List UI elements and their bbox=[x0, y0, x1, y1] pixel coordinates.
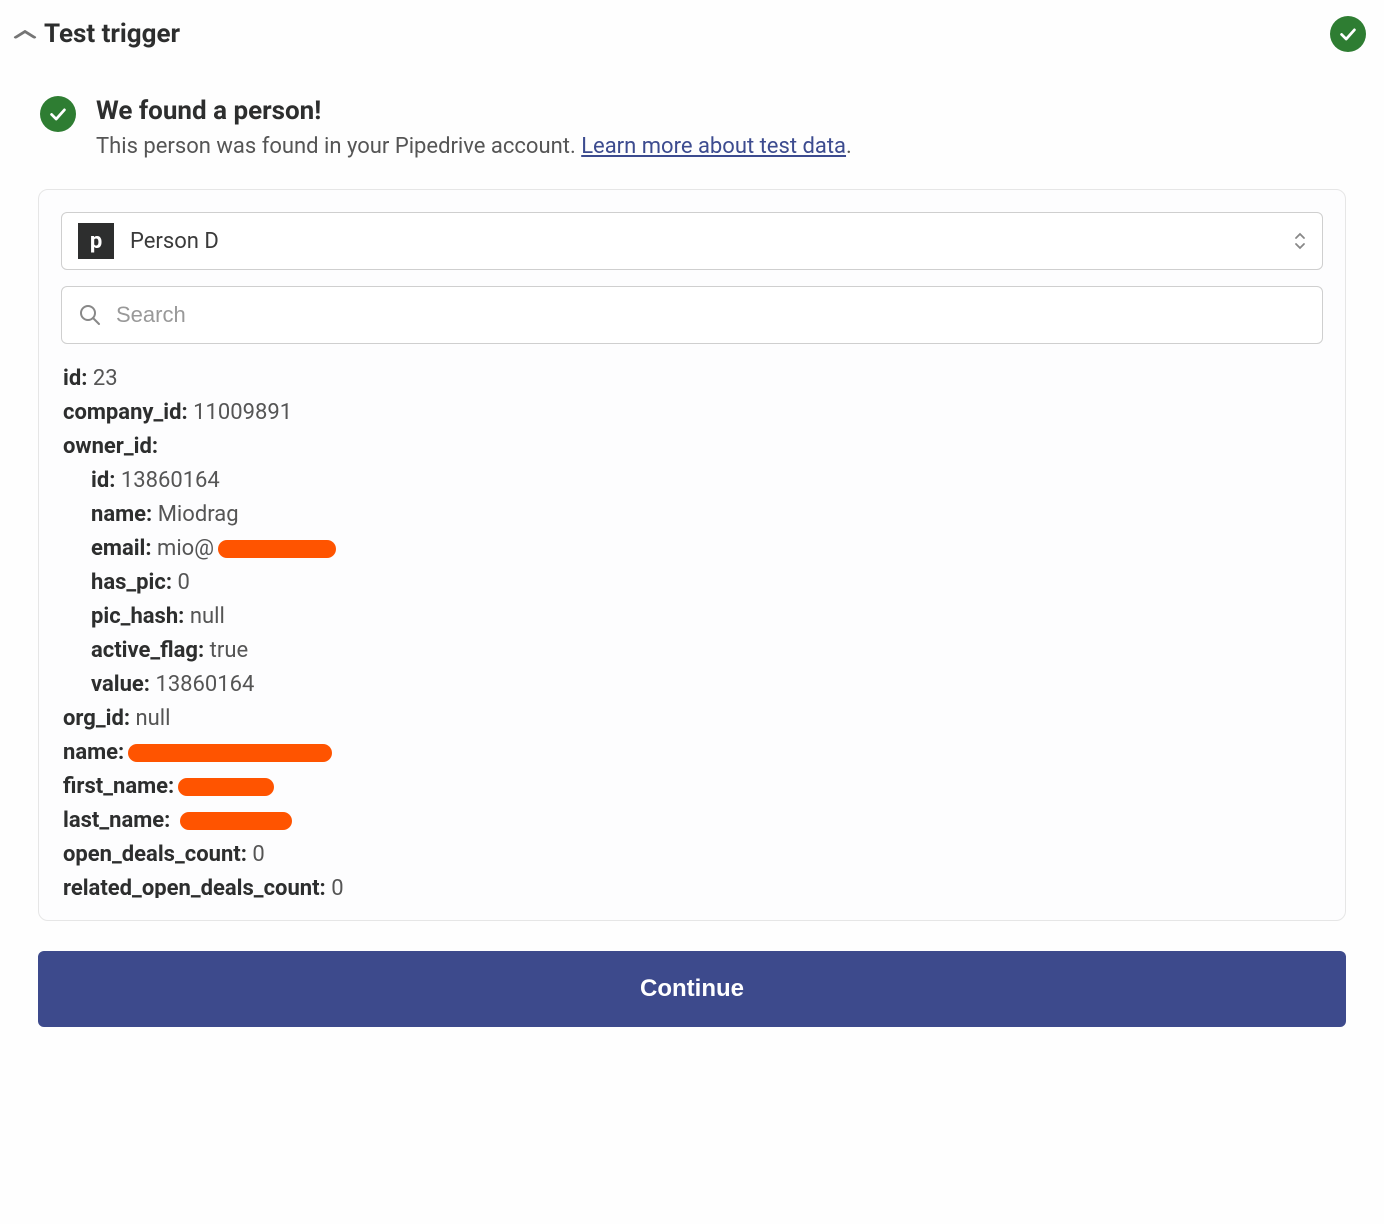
redacted-firstname-icon bbox=[178, 778, 274, 796]
field-owner-active-flag: active_flag: true bbox=[63, 634, 1321, 668]
field-company-id: company_id: 11009891 bbox=[63, 396, 1321, 430]
field-related-open-deals: related_open_deals_count: 0 bbox=[63, 872, 1321, 898]
section-title: Test trigger bbox=[44, 19, 1318, 49]
record-data-panel[interactable]: id: 23 company_id: 11009891 owner_id: id… bbox=[61, 358, 1323, 898]
field-owner-name: name: Miodrag bbox=[63, 498, 1321, 532]
redacted-lastname-icon bbox=[180, 812, 292, 830]
field-owner-has-pic: has_pic: 0 bbox=[63, 566, 1321, 600]
search-box[interactable] bbox=[61, 286, 1323, 344]
found-check-icon bbox=[40, 96, 76, 132]
field-owner-id-id: id: 13860164 bbox=[63, 464, 1321, 498]
found-subtext: This person was found in your Pipedrive … bbox=[96, 134, 852, 159]
collapse-chevron-icon[interactable] bbox=[14, 24, 36, 45]
learn-more-link[interactable]: Learn more about test data bbox=[581, 134, 846, 159]
field-owner-value: value: 13860164 bbox=[63, 668, 1321, 702]
redacted-name-icon bbox=[128, 744, 332, 762]
status-check-icon bbox=[1330, 16, 1366, 52]
found-heading: We found a person! bbox=[96, 96, 852, 126]
chevron-updown-icon bbox=[1294, 232, 1306, 250]
field-name: name: bbox=[63, 736, 1321, 770]
field-id: id: 23 bbox=[63, 362, 1321, 396]
field-first-name: first_name: bbox=[63, 770, 1321, 804]
person-selector[interactable]: p Person D bbox=[61, 212, 1323, 270]
test-data-card: p Person D id: 23 company_id: 11009891 o… bbox=[38, 189, 1346, 921]
field-open-deals: open_deals_count: 0 bbox=[63, 838, 1321, 872]
field-owner-email: email: mio@ bbox=[63, 532, 1321, 566]
field-org-id: org_id: null bbox=[63, 702, 1321, 736]
redacted-email-icon bbox=[218, 540, 336, 558]
pipedrive-logo-icon: p bbox=[78, 223, 114, 259]
search-icon bbox=[78, 303, 102, 327]
search-input[interactable] bbox=[116, 302, 1306, 328]
field-last-name: last_name: bbox=[63, 804, 1321, 838]
person-selector-label: Person D bbox=[130, 229, 1294, 254]
field-owner-pic-hash: pic_hash: null bbox=[63, 600, 1321, 634]
continue-button[interactable]: Continue bbox=[38, 951, 1346, 1027]
field-owner-id: owner_id: bbox=[63, 430, 1321, 464]
